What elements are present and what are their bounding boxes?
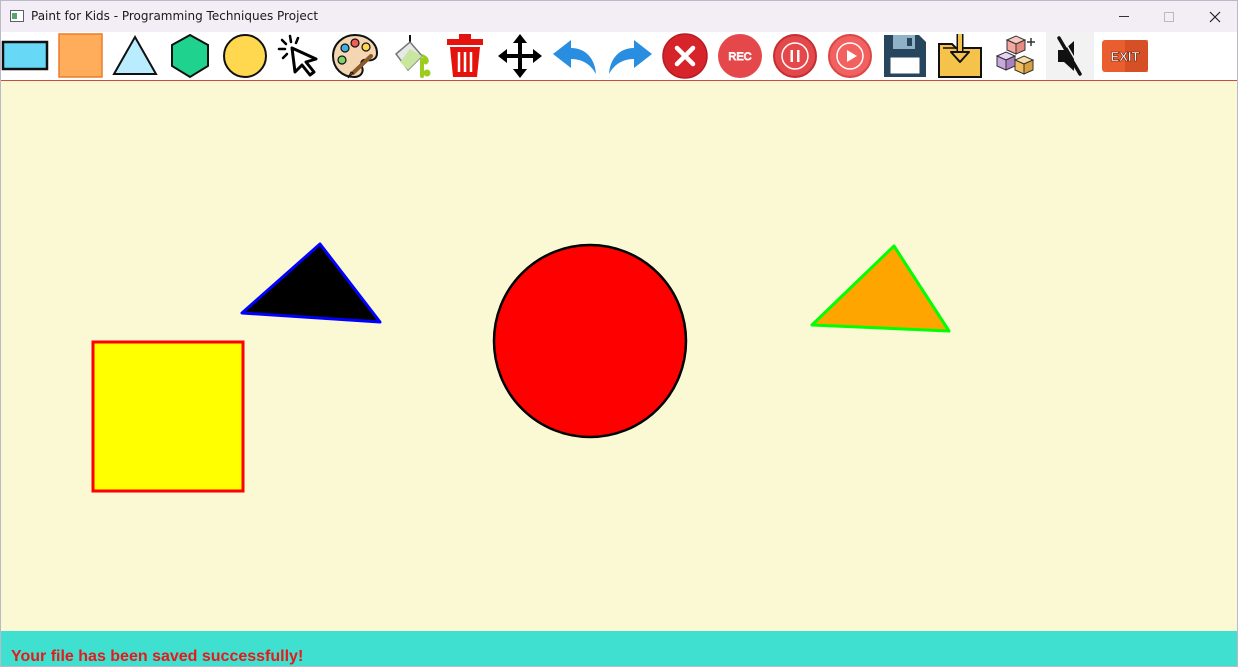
save-button[interactable] xyxy=(881,32,929,80)
draw-color-button[interactable] xyxy=(331,32,379,80)
rec-label: REC xyxy=(728,51,751,63)
redo-button[interactable] xyxy=(606,32,654,80)
speaker-mute-icon xyxy=(1057,36,1084,76)
minimize-button[interactable] xyxy=(1101,1,1147,32)
mute-button[interactable] xyxy=(1046,32,1094,80)
pause-button[interactable] xyxy=(771,32,819,80)
app-window: Paint for Kids - Programming Techniques … xyxy=(0,0,1238,667)
title-bar[interactable]: Paint for Kids - Programming Techniques … xyxy=(1,1,1237,32)
undo-icon xyxy=(553,40,596,74)
triangle-icon xyxy=(112,34,158,75)
close-circle-icon xyxy=(662,33,708,79)
cursor-icon xyxy=(277,34,318,77)
red-circle-shape[interactable] xyxy=(492,243,688,439)
move-arrows-icon xyxy=(498,34,542,78)
exit-button[interactable]: EXIT xyxy=(1101,32,1149,80)
circle-icon xyxy=(223,34,267,78)
orange-triangle-shape[interactable] xyxy=(810,244,951,333)
maximize-button[interactable] xyxy=(1146,1,1192,32)
rec-icon: REC xyxy=(718,34,762,78)
move-button[interactable] xyxy=(496,32,544,80)
status-message: Your file has been saved successfully! xyxy=(11,648,304,665)
hexagon-tool-button[interactable] xyxy=(166,32,214,80)
select-tool-button[interactable] xyxy=(276,32,324,80)
cubes-icon xyxy=(995,35,1035,75)
square-tool-button[interactable] xyxy=(56,32,104,80)
canvas-shapes xyxy=(91,242,951,493)
triangle-tool-button[interactable] xyxy=(111,32,159,80)
minimize-icon xyxy=(1119,16,1129,17)
load-button[interactable] xyxy=(936,32,984,80)
window-title: Paint for Kids - Programming Techniques … xyxy=(31,9,319,23)
app-icon xyxy=(10,10,24,22)
clear-all-button[interactable] xyxy=(661,32,709,80)
square-icon xyxy=(58,33,103,78)
rectangle-icon xyxy=(1,40,49,71)
palette-icon xyxy=(331,33,379,79)
record-button[interactable]: REC xyxy=(716,32,764,80)
play-icon xyxy=(828,34,872,78)
delete-button[interactable] xyxy=(441,32,489,80)
play-button[interactable] xyxy=(826,32,874,80)
black-triangle-shape[interactable] xyxy=(240,242,382,324)
fill-color-button[interactable] xyxy=(386,32,434,80)
exit-icon: EXIT xyxy=(1102,40,1148,72)
hexagon-icon xyxy=(171,33,209,79)
trash-icon xyxy=(447,34,483,77)
drawing-canvas[interactable] xyxy=(1,82,1237,631)
floppy-icon xyxy=(884,35,926,77)
toolbar: REC EXIT xyxy=(1,32,1237,81)
circle-tool-button[interactable] xyxy=(221,32,269,80)
close-icon xyxy=(1209,11,1221,22)
exit-label: EXIT xyxy=(1111,49,1140,64)
redo-icon xyxy=(609,40,652,74)
maximize-icon xyxy=(1164,11,1174,22)
yellow-square-shape[interactable] xyxy=(91,340,245,493)
undo-button[interactable] xyxy=(551,32,599,80)
play-mode-button[interactable] xyxy=(991,32,1039,80)
rectangle-tool-button[interactable] xyxy=(1,32,49,80)
pause-icon xyxy=(773,34,817,78)
paint-bucket-icon xyxy=(394,35,431,78)
status-bar: Your file has been saved successfully! xyxy=(1,631,1237,666)
close-window-button[interactable] xyxy=(1192,1,1237,32)
folder-download-icon xyxy=(938,34,982,78)
